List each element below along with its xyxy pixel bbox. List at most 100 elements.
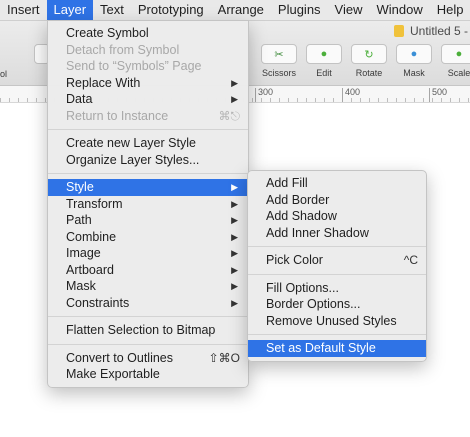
ruler-minor-tick	[0, 98, 1, 102]
layer-menu-item-item-label: Flatten Selection to Bitmap	[66, 323, 216, 337]
style-menu-item-item-label: Add Border	[266, 192, 330, 207]
style-menu-item-pick-color[interactable]: Pick Color ^C	[248, 252, 426, 269]
layer-menu-item-flatten-selection-to-bitmap[interactable]: Flatten Selection to Bitmap	[48, 322, 248, 339]
layer-menu-item-item-label: Make Exportable	[66, 367, 160, 381]
submenu-arrow-icon: ▶	[231, 231, 238, 242]
layer-menu-item-path[interactable]: Path ▶	[48, 212, 248, 229]
submenu-arrow-icon: ▶	[231, 198, 238, 209]
submenu-arrow-icon: ▶	[231, 77, 238, 88]
submenu-arrow-icon: ▶	[231, 264, 238, 275]
layer-menu-item-convert-to-outlines[interactable]: Convert to Outlines ⇧⌘O	[48, 350, 248, 367]
menubar-item-prototyping[interactable]: Prototyping	[131, 0, 211, 20]
submenu-arrow-icon: ▶	[231, 248, 238, 258]
style-menu-item-set-as-default-style[interactable]: Set as Default Style	[248, 340, 426, 357]
toolbar-tool-scale[interactable]: ● Scale	[438, 44, 470, 78]
layer-menu-item-return-to-instance: Return to Instance ⌘⎋	[48, 108, 248, 125]
layer-menu-item-item-label: Create new Layer Style	[66, 136, 196, 150]
layer-menu-item-item-label: Style	[66, 180, 94, 194]
layer-menu-item-constraints[interactable]: Constraints ▶	[48, 295, 248, 312]
style-menu-item-item-label: Border Options...	[266, 297, 361, 311]
toolbar-tool-rotate[interactable]: ↻ Rotate	[348, 44, 390, 78]
ruler-minor-tick	[270, 98, 271, 102]
layer-menu-item-image[interactable]: Image ▶	[48, 245, 248, 262]
layer-menu-item-make-exportable[interactable]: Make Exportable	[48, 366, 248, 383]
mask-icon: ●	[410, 48, 418, 60]
ruler-minor-tick	[333, 98, 334, 102]
menubar-item-view[interactable]: View	[328, 0, 370, 20]
toolbar-tool-mask[interactable]: ● Mask	[393, 44, 435, 78]
layer-menu-item-organize-layer-styles[interactable]: Organize Layer Styles...	[48, 152, 248, 169]
ruler-minor-tick	[18, 98, 19, 102]
layer-menu-item-mask[interactable]: Mask ▶	[48, 278, 248, 295]
style-menu-item-border-options[interactable]: Border Options...	[248, 296, 426, 313]
ruler-minor-tick	[450, 98, 451, 102]
style-menu-item-fill-options[interactable]: Fill Options...	[248, 280, 426, 297]
ruler-minor-tick	[288, 98, 289, 102]
ruler-minor-tick	[396, 98, 397, 102]
layer-menu-item-replace-with[interactable]: Replace With ▶	[48, 75, 248, 92]
toolbar-scissors-button[interactable]: ✂	[261, 44, 297, 64]
layer-menu-item-item-label: Convert to Outlines	[66, 350, 173, 365]
ruler-minor-tick	[324, 98, 325, 102]
style-menu-item-item-label: Add Inner Shadow	[266, 225, 369, 240]
menubar-item-text[interactable]: Text	[93, 0, 131, 20]
style-menu-item-item-label: Set as Default Style	[266, 341, 376, 355]
ruler-minor-tick	[414, 98, 415, 102]
ruler-major-tick	[429, 88, 430, 102]
style-menu-item-add-fill[interactable]: Add Fill	[248, 175, 426, 192]
menu-separator	[48, 316, 248, 317]
toolbar-tool-scissors[interactable]: ✂ Scissors	[258, 44, 300, 78]
menubar-item-window[interactable]: Window	[370, 0, 430, 20]
toolbar-rotate-button[interactable]: ↻	[351, 44, 387, 64]
menu-separator	[248, 334, 426, 335]
style-menu-item-add-inner-shadow[interactable]: Add Inner Shadow	[248, 225, 426, 242]
ruler-minor-tick	[369, 98, 370, 102]
layer-menu-item-transform[interactable]: Transform ▶	[48, 196, 248, 213]
menubar-item-plugins[interactable]: Plugins	[271, 0, 328, 20]
ruler-minor-tick	[351, 98, 352, 102]
menubar-item-layer[interactable]: Layer	[46, 0, 94, 20]
menubar-item-help[interactable]: Help	[430, 0, 470, 20]
layer-menu-item-combine[interactable]: Combine ▶	[48, 229, 248, 246]
toolbar-tool-edit[interactable]: ● Edit	[303, 44, 345, 78]
style-menu-item-add-border[interactable]: Add Border	[248, 192, 426, 209]
ruler-minor-tick	[459, 98, 460, 102]
layer-menu: Create Symbol Detach from Symbol Send to “…	[47, 20, 249, 388]
toolbar-mask-button[interactable]: ●	[396, 44, 432, 64]
ruler-minor-tick	[297, 98, 298, 102]
layer-menu-item-item-label: Mask	[66, 279, 96, 293]
layer-menu-item-item-label: Data	[66, 92, 93, 106]
layer-menu-item-item-label: Combine	[66, 229, 117, 244]
menubar-item-arrange[interactable]: Arrange	[211, 0, 271, 20]
toolbar-scale-label: Scale	[447, 68, 470, 78]
edit-icon: ●	[320, 48, 328, 60]
layer-menu-item-style[interactable]: Style ▶	[48, 179, 248, 196]
layer-menu-item-item-label: Return to Instance	[66, 108, 169, 123]
style-menu-item-remove-unused-styles[interactable]: Remove Unused Styles	[248, 313, 426, 330]
toolbar-scale-button[interactable]: ●	[441, 44, 470, 64]
layer-menu-item-artboard[interactable]: Artboard ▶	[48, 262, 248, 279]
layer-menu-item-send-to-symbols-page: Send to “Symbols” Page	[48, 58, 248, 75]
scissors-icon: ✂	[274, 48, 284, 61]
layer-menu-item-create-symbol[interactable]: Create Symbol	[48, 25, 248, 42]
ruler-minor-tick	[261, 98, 262, 102]
menu-separator	[48, 343, 248, 345]
layer-menu-item-create-new-layer-style[interactable]: Create new Layer Style	[48, 135, 248, 152]
style-menu-item-add-shadow[interactable]: Add Shadow	[248, 208, 426, 225]
layer-menu-item-detach-from-symbol: Detach from Symbol	[48, 42, 248, 59]
submenu-arrow-icon: ▶	[231, 215, 238, 225]
layer-menu-item-data[interactable]: Data ▶	[48, 91, 248, 108]
layer-menu-item-item-label: Transform	[66, 196, 123, 211]
ruler-minor-tick	[378, 98, 379, 102]
scale-icon: ●	[455, 48, 463, 60]
toolbar-edit-button[interactable]: ●	[306, 44, 342, 64]
ruler-minor-tick	[279, 98, 280, 102]
ruler-minor-tick	[432, 98, 433, 102]
toolbar-scissors-label: Scissors	[261, 68, 296, 78]
toolbar-rotate-label: Rotate	[355, 68, 383, 78]
style-menu-item-item-label: Pick Color	[266, 253, 323, 267]
ruler-label: 500	[432, 87, 448, 97]
layer-menu-item-item-label: Artboard	[66, 262, 114, 277]
menubar-item-insert[interactable]: Insert	[0, 0, 47, 20]
menu-separator	[48, 173, 248, 174]
